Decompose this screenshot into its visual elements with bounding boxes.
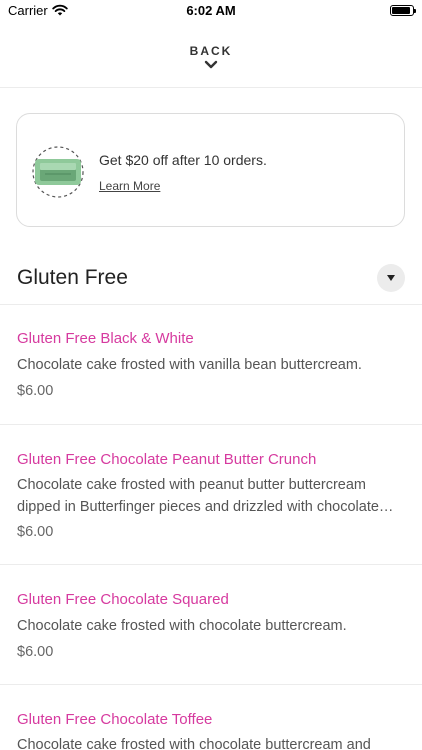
item-description: Chocolate cake frosted with vanilla bean…: [17, 357, 362, 373]
menu-item[interactable]: Gluten Free Black & White Chocolate cake…: [0, 305, 422, 425]
rewards-promo-card[interactable]: Get $20 off after 10 orders. Learn More: [16, 113, 405, 227]
navigation-bar: BACK: [0, 22, 422, 88]
promo-text: Get $20 off after 10 orders.: [99, 152, 267, 168]
item-price: $6.00: [17, 383, 54, 399]
menu-item[interactable]: Gluten Free Chocolate Squared Chocolate …: [0, 565, 422, 685]
category-dropdown-button[interactable]: [377, 264, 405, 292]
cake-box-icon: [32, 146, 84, 198]
item-price: $6.00: [17, 644, 54, 660]
item-name: Gluten Free Chocolate Peanut Butter Crun…: [17, 451, 317, 468]
chevron-down-icon: [204, 60, 218, 69]
category-header: Gluten Free: [0, 252, 422, 305]
category-title: Gluten Free: [17, 266, 128, 289]
item-price: $6.00: [17, 524, 54, 540]
clock: 6:02 AM: [186, 3, 236, 18]
battery-icon: [390, 5, 416, 16]
item-description: Chocolate cake frosted with chocolate bu…: [17, 618, 347, 634]
item-name: Gluten Free Chocolate Squared: [17, 591, 229, 608]
caret-down-icon: [387, 275, 395, 281]
item-description: Chocolate cake frosted with peanut butte…: [17, 477, 379, 515]
menu-item[interactable]: Gluten Free Chocolate Peanut Butter Crun…: [0, 425, 422, 565]
learn-more-link[interactable]: Learn More: [99, 179, 160, 193]
item-name: Gluten Free Chocolate Toffee: [17, 711, 213, 728]
back-label: BACK: [189, 44, 233, 58]
item-description: Chocolate cake frosted with chocolate bu…: [17, 737, 371, 750]
status-bar: Carrier 6:02 AM: [0, 0, 422, 22]
menu-item[interactable]: Gluten Free Chocolate Toffee Chocolate c…: [0, 685, 422, 750]
item-name: Gluten Free Black & White: [17, 330, 194, 347]
